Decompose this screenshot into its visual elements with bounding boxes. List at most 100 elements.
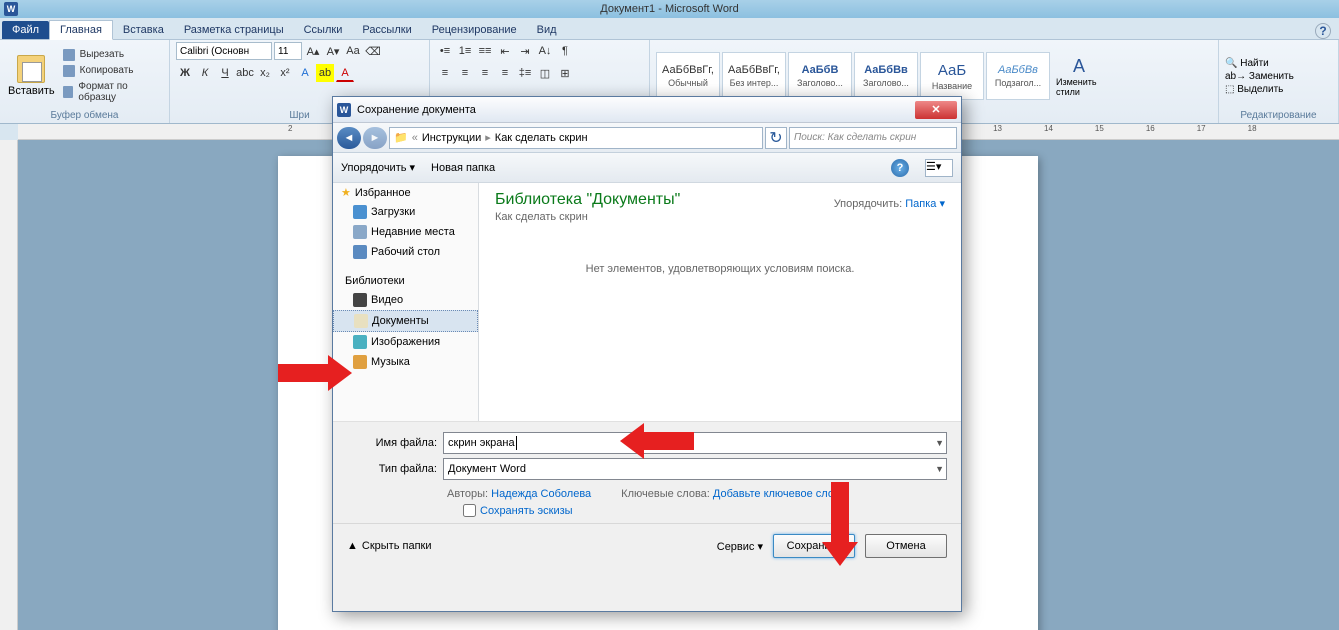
refresh-button[interactable]: ↻ xyxy=(765,127,787,149)
styles-gallery[interactable]: АаБбВвГг,Обычный АаБбВвГг,Без интер... А… xyxy=(656,52,1050,100)
highlight-button[interactable]: ab xyxy=(316,64,334,82)
change-styles-button[interactable]: A Изменить стили xyxy=(1054,54,1104,99)
tab-view[interactable]: Вид xyxy=(527,21,567,39)
font-name-select[interactable] xyxy=(176,42,272,60)
chevron-down-icon[interactable]: ▼ xyxy=(935,464,944,474)
replace-button[interactable]: ab→ Заменить xyxy=(1225,71,1294,82)
paste-label: Вставить xyxy=(8,85,55,97)
style-nospacing[interactable]: АаБбВвГг,Без интер... xyxy=(722,52,786,100)
align-right-button[interactable]: ≡ xyxy=(476,64,494,82)
filename-label: Имя файла: xyxy=(347,437,437,449)
style-subtitle[interactable]: АаБбВвПодзагол... xyxy=(986,52,1050,100)
borders-button[interactable]: ⊞ xyxy=(556,64,574,82)
dialog-close-button[interactable]: ✕ xyxy=(915,101,957,119)
tree-favorites[interactable]: ★Избранное xyxy=(333,183,478,202)
style-title[interactable]: АаБНазвание xyxy=(920,52,984,100)
arrange-link[interactable]: Папка ▾ xyxy=(905,198,945,210)
tree-music[interactable]: Музыка xyxy=(333,352,478,372)
multilevel-button[interactable]: ≡≡ xyxy=(476,42,494,60)
help-button[interactable]: ? xyxy=(1315,23,1331,39)
copy-button[interactable]: Копировать xyxy=(61,63,163,78)
show-marks-button[interactable]: ¶ xyxy=(556,42,574,60)
change-case-button[interactable]: Aa xyxy=(344,42,362,60)
tab-file[interactable]: Файл xyxy=(2,21,49,39)
tree-libraries[interactable]: Библиотеки xyxy=(333,272,478,290)
text-effects-button[interactable]: A xyxy=(296,64,314,82)
authors-link[interactable]: Надежда Соболева xyxy=(491,488,591,500)
cancel-button[interactable]: Отмена xyxy=(865,534,947,558)
shrink-font-button[interactable]: A▾ xyxy=(324,42,342,60)
font-color-button[interactable]: A xyxy=(336,64,354,82)
clear-format-button[interactable]: ⌫ xyxy=(364,42,382,60)
dialog-titlebar[interactable]: W Сохранение документа ✕ xyxy=(333,97,961,123)
tab-references[interactable]: Ссылки xyxy=(294,21,353,39)
editing-group-label: Редактирование xyxy=(1225,110,1332,121)
filetype-select[interactable]: Документ Word▼ xyxy=(443,458,947,480)
tree-documents[interactable]: Документы xyxy=(333,310,478,332)
dialog-toolbar: Упорядочить ▾ Новая папка ? ☰▾ xyxy=(333,153,961,183)
bullets-button[interactable]: •≡ xyxy=(436,42,454,60)
font-size-select[interactable] xyxy=(274,42,302,60)
save-thumbnail-label: Сохранять эскизы xyxy=(480,505,573,517)
tab-home[interactable]: Главная xyxy=(49,20,113,40)
bold-button[interactable]: Ж xyxy=(176,64,194,82)
filename-input[interactable]: скрин экрана▼ xyxy=(443,432,947,454)
tab-review[interactable]: Рецензирование xyxy=(422,21,527,39)
vertical-ruler[interactable] xyxy=(0,140,18,630)
tree-desktop[interactable]: Рабочий стол xyxy=(333,242,478,262)
new-folder-button[interactable]: Новая папка xyxy=(431,162,495,174)
line-spacing-button[interactable]: ‡≡ xyxy=(516,64,534,82)
tools-button[interactable]: Сервис ▾ xyxy=(717,540,763,553)
select-button[interactable]: ⬚ Выделить xyxy=(1225,84,1294,95)
hide-folders-button[interactable]: ▲Скрыть папки xyxy=(347,540,431,552)
tree-pictures[interactable]: Изображения xyxy=(333,332,478,352)
tree-video[interactable]: Видео xyxy=(333,290,478,310)
tree-recent[interactable]: Недавние места xyxy=(333,222,478,242)
paste-button[interactable]: Вставить xyxy=(6,53,57,99)
dialog-help-button[interactable]: ? xyxy=(891,159,909,177)
style-heading1[interactable]: АаБбВЗаголово... xyxy=(788,52,852,100)
tab-layout[interactable]: Разметка страницы xyxy=(174,21,294,39)
increase-indent-button[interactable]: ⇥ xyxy=(516,42,534,60)
organize-button[interactable]: Упорядочить ▾ xyxy=(341,161,415,174)
file-list-pane[interactable]: Библиотека "Документы" Как сделать скрин… xyxy=(479,183,961,421)
strike-button[interactable]: abc xyxy=(236,64,254,82)
shading-button[interactable]: ◫ xyxy=(536,64,554,82)
nav-forward-button[interactable]: ► xyxy=(363,127,387,149)
sort-button[interactable]: A↓ xyxy=(536,42,554,60)
tree-downloads[interactable]: Загрузки xyxy=(333,202,478,222)
save-thumbnail-checkbox[interactable] xyxy=(463,504,476,517)
address-bar[interactable]: 📁 « Инструкции ▸ Как сделать скрин xyxy=(389,127,763,149)
numbering-button[interactable]: 1≡ xyxy=(456,42,474,60)
crumb-2[interactable]: Как сделать скрин xyxy=(495,132,588,144)
align-left-button[interactable]: ≡ xyxy=(436,64,454,82)
tab-insert[interactable]: Вставка xyxy=(113,21,174,39)
window-title: Документ1 - Microsoft Word xyxy=(600,3,738,15)
decrease-indent-button[interactable]: ⇤ xyxy=(496,42,514,60)
word-app-icon: W xyxy=(337,103,351,117)
music-icon xyxy=(353,355,367,369)
nav-back-button[interactable]: ◄ xyxy=(337,127,361,149)
dialog-search-input[interactable]: Поиск: Как сделать скрин xyxy=(789,127,957,149)
justify-button[interactable]: ≡ xyxy=(496,64,514,82)
tab-mailings[interactable]: Рассылки xyxy=(352,21,421,39)
underline-button[interactable]: Ч xyxy=(216,64,234,82)
crumb-1[interactable]: Инструкции xyxy=(422,132,481,144)
grow-font-button[interactable]: A▴ xyxy=(304,42,322,60)
chevron-down-icon[interactable]: ▼ xyxy=(935,438,944,448)
scissors-icon xyxy=(63,49,75,61)
save-dialog: W Сохранение документа ✕ ◄ ► 📁 « Инструк… xyxy=(332,96,962,612)
style-heading2[interactable]: АаБбВвЗаголово... xyxy=(854,52,918,100)
superscript-button[interactable]: x² xyxy=(276,64,294,82)
folder-icon: 📁 xyxy=(394,131,408,144)
quick-access-toolbar: W xyxy=(4,0,18,18)
word-app-icon: W xyxy=(4,2,18,16)
subscript-button[interactable]: x₂ xyxy=(256,64,274,82)
italic-button[interactable]: К xyxy=(196,64,214,82)
view-mode-button[interactable]: ☰▾ xyxy=(925,159,953,177)
cut-button[interactable]: Вырезать xyxy=(61,47,163,62)
align-center-button[interactable]: ≡ xyxy=(456,64,474,82)
style-normal[interactable]: АаБбВвГг,Обычный xyxy=(656,52,720,100)
format-painter-button[interactable]: Формат по образцу xyxy=(61,79,163,105)
find-button[interactable]: 🔍 Найти xyxy=(1225,58,1294,69)
